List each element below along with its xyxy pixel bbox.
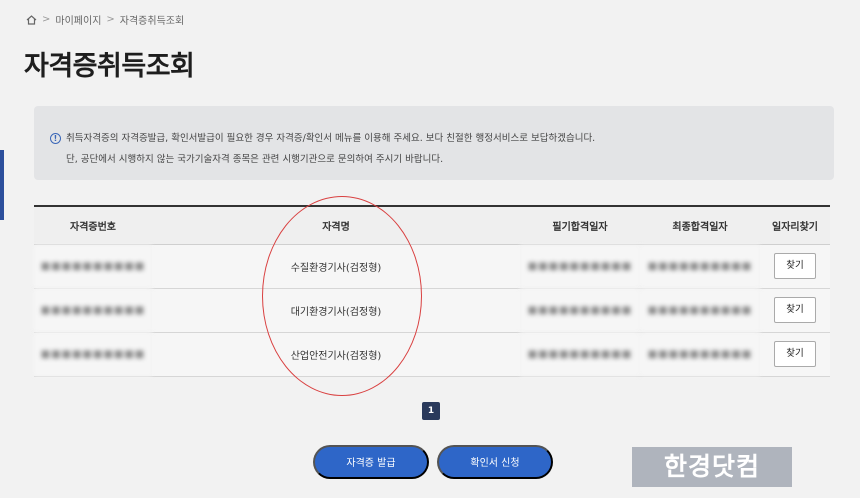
written-pass-date: ■■■■■■■■■■ [520, 288, 640, 333]
breadcrumb-current: 자격증취득조회 [119, 16, 185, 27]
page-title: 자격증취득조회 [24, 51, 195, 82]
breadcrumb: > 마이페이지 > 자격증취득조회 [26, 12, 184, 27]
issue-certificate-button[interactable]: 자격증 발급 [313, 445, 429, 479]
notice-text-2: 단, 공단에서 시행하지 않는 국가기술자격 종목은 관련 시행기관으로 문의하… [66, 154, 444, 165]
final-pass-date: ■■■■■■■■■■ [640, 244, 760, 289]
chevron-right-icon: > [106, 14, 115, 25]
apply-confirmation-button[interactable]: 확인서 신청 [437, 445, 553, 479]
header-cert-number: 자격증번호 [34, 205, 152, 245]
cert-name: 대기환경기사(검정형) [152, 288, 520, 333]
cert-number: ■■■■■■■■■■ [34, 332, 152, 377]
page-number-current[interactable]: 1 [422, 402, 440, 420]
certificate-table: 자격증번호 자격명 필기합격일자 최종합격일자 일자리찾기 ■■■■■■■■■■… [34, 205, 830, 377]
find-job-button[interactable]: 찾기 [774, 341, 816, 367]
cert-number: ■■■■■■■■■■ [34, 288, 152, 333]
find-job-button[interactable]: 찾기 [774, 253, 816, 279]
written-pass-date: ■■■■■■■■■■ [520, 244, 640, 289]
header-final-date: 최종합격일자 [640, 205, 760, 245]
cert-number: ■■■■■■■■■■ [34, 244, 152, 289]
find-cell: 찾기 [760, 332, 830, 377]
table-row: ■■■■■■■■■■ 대기환경기사(검정형) ■■■■■■■■■■ ■■■■■■… [34, 288, 830, 333]
breadcrumb-mypage[interactable]: 마이페이지 [55, 12, 101, 27]
cert-name: 산업안전기사(검정형) [152, 332, 520, 377]
final-pass-date: ■■■■■■■■■■ [640, 288, 760, 333]
find-job-button[interactable]: 찾기 [774, 297, 816, 323]
table-header-row: 자격증번호 자격명 필기합격일자 최종합격일자 일자리찾기 [34, 205, 830, 245]
chevron-right-icon: > [42, 14, 51, 25]
notice-line-1: ! 취득자격증의 자격증발급, 확인서발급이 필요한 경우 자격증/확인서 메뉴… [50, 128, 834, 149]
notice-line-2: 단, 공단에서 시행하지 않는 국가기술자격 종목은 관련 시행기관으로 문의하… [50, 149, 834, 170]
header-written-date: 필기합격일자 [520, 205, 640, 245]
home-icon[interactable] [26, 14, 37, 25]
cert-name: 수질환경기사(검정형) [152, 244, 520, 289]
final-pass-date: ■■■■■■■■■■ [640, 332, 760, 377]
watermark-logo: 한경닷컴 [632, 447, 792, 487]
written-pass-date: ■■■■■■■■■■ [520, 332, 640, 377]
left-edge-tab [0, 150, 4, 220]
table-row: ■■■■■■■■■■ 수질환경기사(검정형) ■■■■■■■■■■ ■■■■■■… [34, 244, 830, 289]
find-cell: 찾기 [760, 244, 830, 289]
header-job-search: 일자리찾기 [760, 205, 830, 245]
info-icon: ! [50, 133, 61, 144]
notice-text-1: 취득자격증의 자격증발급, 확인서발급이 필요한 경우 자격증/확인서 메뉴를 … [66, 133, 596, 144]
table-row: ■■■■■■■■■■ 산업안전기사(검정형) ■■■■■■■■■■ ■■■■■■… [34, 332, 830, 377]
header-cert-name: 자격명 [152, 205, 520, 245]
find-cell: 찾기 [760, 288, 830, 333]
notice-box: ! 취득자격증의 자격증발급, 확인서발급이 필요한 경우 자격증/확인서 메뉴… [34, 106, 834, 180]
